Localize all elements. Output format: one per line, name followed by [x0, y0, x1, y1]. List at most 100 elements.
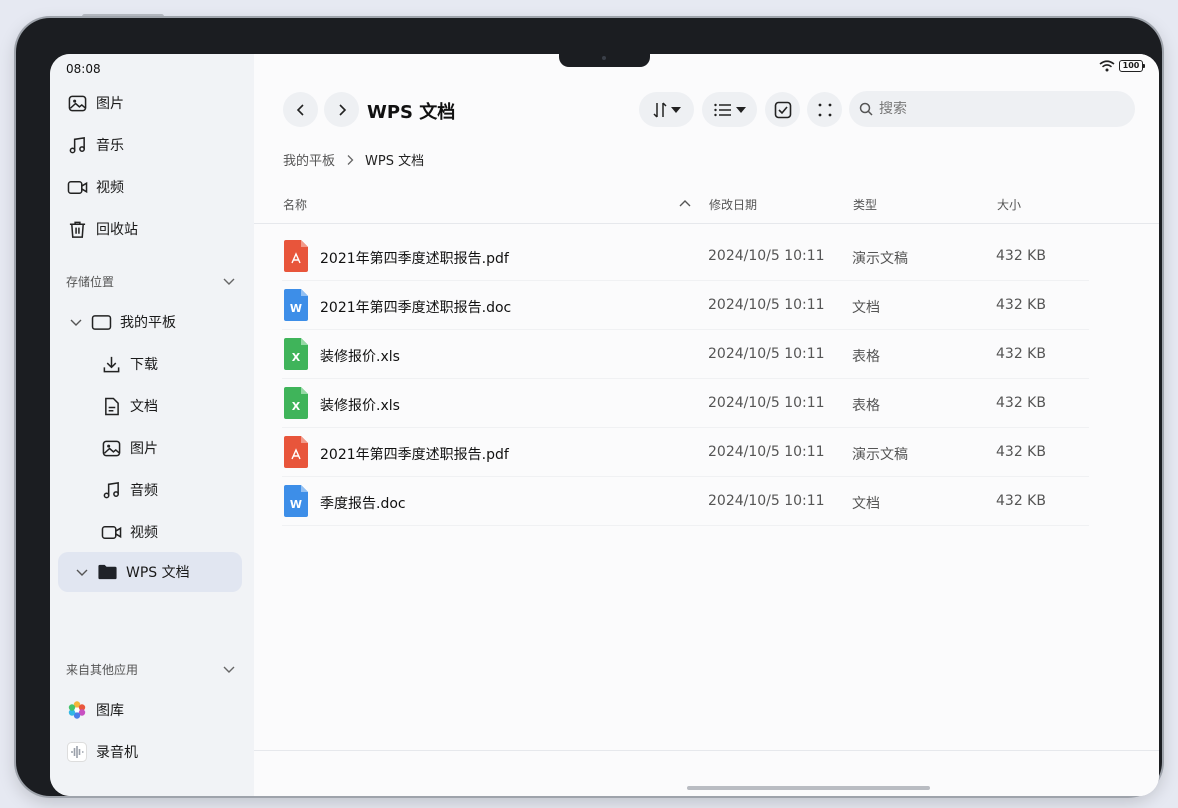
column-header-name[interactable]: 名称: [283, 196, 307, 213]
download-icon: [100, 353, 122, 375]
file-type: 文档: [852, 496, 880, 512]
chevron-down-icon: [223, 666, 235, 673]
word-file-icon: W: [284, 289, 308, 325]
image-icon: [66, 92, 88, 114]
storage-section-header[interactable]: 存储位置: [66, 271, 236, 291]
more-button[interactable]: [807, 92, 842, 127]
table-header: 名称 修改日期 类型 大小: [254, 192, 1159, 224]
checkbox-icon: [774, 101, 791, 118]
tablet-icon: [90, 311, 112, 333]
sidebar-item-label: WPS 文档: [126, 565, 190, 581]
table-row[interactable]: 2021年第四季度述职报告.pdf 2024/10/5 10:11 演示文稿 4…: [282, 428, 1089, 477]
column-header-type[interactable]: 类型: [853, 196, 877, 213]
file-size: 432 KB: [996, 395, 1046, 411]
sort-button[interactable]: [639, 92, 694, 127]
sidebar-item-my-tablet[interactable]: 我的平板: [58, 302, 242, 342]
sidebar-item-wps-docs[interactable]: WPS 文档: [58, 552, 242, 592]
section-title: 存储位置: [66, 274, 115, 289]
file-type: 演示文稿: [852, 447, 908, 463]
section-title: 来自其他应用: [66, 662, 139, 677]
music-icon: [66, 134, 88, 156]
file-type: 演示文稿: [852, 251, 908, 267]
sidebar-item-trash[interactable]: 回收站: [58, 210, 242, 248]
caret-down-icon: [735, 106, 746, 113]
file-modified: 2024/10/5 10:11: [708, 493, 825, 509]
back-button[interactable]: [283, 92, 318, 127]
gallery-icon: [66, 699, 88, 721]
sidebar-item-music[interactable]: 音乐: [58, 126, 242, 164]
sidebar-item-images[interactable]: 图片: [58, 84, 242, 122]
sidebar-item-label: 视频: [96, 180, 124, 196]
column-header-size[interactable]: 大小: [997, 196, 1021, 213]
search-input[interactable]: [879, 101, 1109, 117]
chevron-down-icon[interactable]: [66, 315, 86, 329]
word-file-icon: W: [284, 485, 308, 521]
sidebar-item-label: 图片: [130, 441, 158, 457]
sidebar-item-recorder[interactable]: 录音机: [58, 733, 242, 771]
camera-dot: [602, 56, 606, 60]
view-mode-button[interactable]: [702, 92, 757, 127]
status-icons: 100: [1099, 60, 1145, 72]
file-type: 表格: [852, 349, 880, 365]
svg-text:W: W: [290, 498, 302, 511]
file-modified: 2024/10/5 10:11: [708, 444, 825, 460]
sidebar-item-videos[interactable]: 视频: [58, 168, 242, 206]
chevron-left-icon: [296, 103, 304, 116]
chevron-down-icon[interactable]: [72, 565, 92, 579]
sidebar-item-video-folder[interactable]: 视频: [92, 513, 242, 551]
pdf-file-icon: [284, 436, 308, 472]
sidebar-item-documents[interactable]: 文档: [92, 387, 242, 425]
sidebar-item-downloads[interactable]: 下载: [92, 345, 242, 383]
main-panel: 100 WPS 文档 搜索 我的平板 WPS 文档 名称 修改日期 类型 大小 …: [254, 54, 1159, 796]
other-apps-section-header[interactable]: 来自其他应用: [66, 659, 236, 679]
sidebar-item-gallery[interactable]: 图库: [58, 691, 242, 729]
sidebar-item-pictures[interactable]: 图片: [92, 429, 242, 467]
battery-icon: 100: [1119, 60, 1145, 72]
file-name: 2021年第四季度述职报告.pdf: [320, 447, 509, 463]
table-row[interactable]: X 装修报价.xls 2024/10/5 10:11 表格 432 KB: [282, 330, 1089, 379]
breadcrumb: 我的平板 WPS 文档: [283, 150, 424, 169]
camera-notch: [559, 54, 650, 67]
chevron-right-icon: [338, 103, 346, 116]
sort-icon: [652, 101, 667, 118]
select-button[interactable]: [765, 92, 800, 127]
music-icon: [100, 479, 122, 501]
table-row[interactable]: X 装修报价.xls 2024/10/5 10:11 表格 432 KB: [282, 379, 1089, 428]
svg-text:X: X: [292, 351, 301, 364]
table-row[interactable]: W 2021年第四季度述职报告.doc 2024/10/5 10:11 文档 4…: [282, 281, 1089, 330]
table-row[interactable]: W 季度报告.doc 2024/10/5 10:11 文档 432 KB: [282, 477, 1089, 526]
file-list: 2021年第四季度述职报告.pdf 2024/10/5 10:11 演示文稿 4…: [254, 232, 1159, 526]
recorder-icon: [66, 741, 88, 763]
sidebar-item-label: 图库: [96, 703, 124, 719]
sidebar-item-label: 录音机: [96, 745, 138, 761]
home-indicator[interactable]: [687, 786, 930, 790]
file-modified: 2024/10/5 10:11: [708, 346, 825, 362]
chevron-up-icon[interactable]: [678, 198, 692, 208]
column-header-modified[interactable]: 修改日期: [709, 196, 757, 213]
document-icon: [100, 395, 122, 417]
file-type: 文档: [852, 300, 880, 316]
file-name: 2021年第四季度述职报告.pdf: [320, 251, 509, 267]
table-row[interactable]: 2021年第四季度述职报告.pdf 2024/10/5 10:11 演示文稿 4…: [282, 232, 1089, 281]
list-view-icon: [713, 103, 731, 116]
search-box[interactable]: [849, 91, 1135, 127]
wifi-icon: [1099, 60, 1115, 72]
breadcrumb-root[interactable]: 我的平板: [283, 150, 335, 169]
image-icon: [100, 437, 122, 459]
file-size: 432 KB: [996, 346, 1046, 362]
sidebar-item-label: 回收站: [96, 222, 138, 238]
caret-down-icon: [670, 106, 681, 113]
file-name: 季度报告.doc: [320, 496, 406, 512]
sidebar-item-audio[interactable]: 音频: [92, 471, 242, 509]
file-size: 432 KB: [996, 248, 1046, 264]
sidebar: 08:08 图片 音乐 视频 回收站 存储位置 我的平板 下载 文档 图片 音频…: [50, 54, 254, 796]
breadcrumb-current: WPS 文档: [365, 154, 425, 169]
svg-text:W: W: [290, 302, 302, 315]
excel-file-icon: X: [284, 338, 308, 374]
video-icon: [66, 176, 88, 198]
sidebar-item-label: 文档: [130, 399, 158, 415]
folder-icon: [96, 561, 118, 583]
forward-button[interactable]: [324, 92, 359, 127]
sidebar-item-label: 下载: [130, 357, 158, 373]
file-name: 装修报价.xls: [320, 398, 400, 414]
